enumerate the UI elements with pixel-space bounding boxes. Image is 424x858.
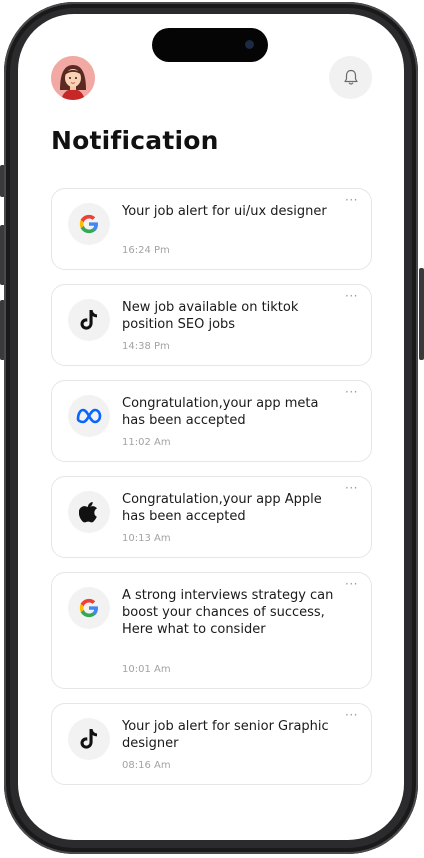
notification-message: Congratulation,your app Apple has been a… xyxy=(122,492,322,524)
notification-time: 14:38 Pm xyxy=(122,341,170,352)
more-options-icon[interactable]: ··· xyxy=(345,385,358,399)
notification-card[interactable]: Your job alert for ui/ux designer 16:24 … xyxy=(51,188,372,270)
bell-icon xyxy=(343,69,358,85)
notification-message: Your job alert for senior Graphic design… xyxy=(122,719,329,751)
tiktok-icon xyxy=(80,310,97,330)
notification-bell-button[interactable] xyxy=(329,56,372,99)
camera-icon xyxy=(245,40,254,49)
notification-message: New job available on tiktok position SEO… xyxy=(122,300,299,332)
notification-card[interactable]: Your job alert for senior Graphic design… xyxy=(51,703,372,785)
more-options-icon[interactable]: ··· xyxy=(345,708,358,722)
google-icon xyxy=(79,598,98,618)
notification-time: 10:01 Am xyxy=(122,664,171,675)
more-options-icon[interactable]: ··· xyxy=(345,577,358,591)
page-title: Notification xyxy=(51,126,219,155)
notification-card[interactable]: Congratulation,your app meta has been ac… xyxy=(51,380,372,462)
more-options-icon[interactable]: ··· xyxy=(345,193,358,207)
company-logo xyxy=(68,395,110,437)
google-icon xyxy=(79,214,98,234)
notification-time: 11:02 Am xyxy=(122,437,171,448)
power-button xyxy=(419,268,424,360)
more-options-icon[interactable]: ··· xyxy=(345,481,358,495)
company-logo xyxy=(68,718,110,760)
notification-time: 08:16 Am xyxy=(122,760,171,771)
notification-message: Congratulation,your app meta has been ac… xyxy=(122,396,319,428)
company-logo xyxy=(68,587,110,629)
tiktok-icon xyxy=(80,729,97,749)
notification-card[interactable]: Congratulation,your app Apple has been a… xyxy=(51,476,372,558)
user-avatar[interactable] xyxy=(51,56,95,100)
company-logo xyxy=(68,299,110,341)
dynamic-island xyxy=(152,28,268,62)
avatar-illustration xyxy=(51,56,95,100)
phone-mockup: Notification Your job alert for ui/ux de… xyxy=(0,0,424,858)
notification-time: 10:13 Am xyxy=(122,533,171,544)
notification-message: A strong interviews strategy can boost y… xyxy=(122,588,334,637)
phone-screen: Notification Your job alert for ui/ux de… xyxy=(18,14,404,840)
notification-card[interactable]: New job available on tiktok position SEO… xyxy=(51,284,372,366)
notification-time: 16:24 Pm xyxy=(122,245,170,256)
company-logo xyxy=(68,491,110,533)
meta-icon xyxy=(76,408,102,424)
apple-icon xyxy=(79,502,97,523)
company-logo xyxy=(68,203,110,245)
notification-message: Your job alert for ui/ux designer xyxy=(122,204,327,219)
notification-card[interactable]: A strong interviews strategy can boost y… xyxy=(51,572,372,689)
more-options-icon[interactable]: ··· xyxy=(345,289,358,303)
